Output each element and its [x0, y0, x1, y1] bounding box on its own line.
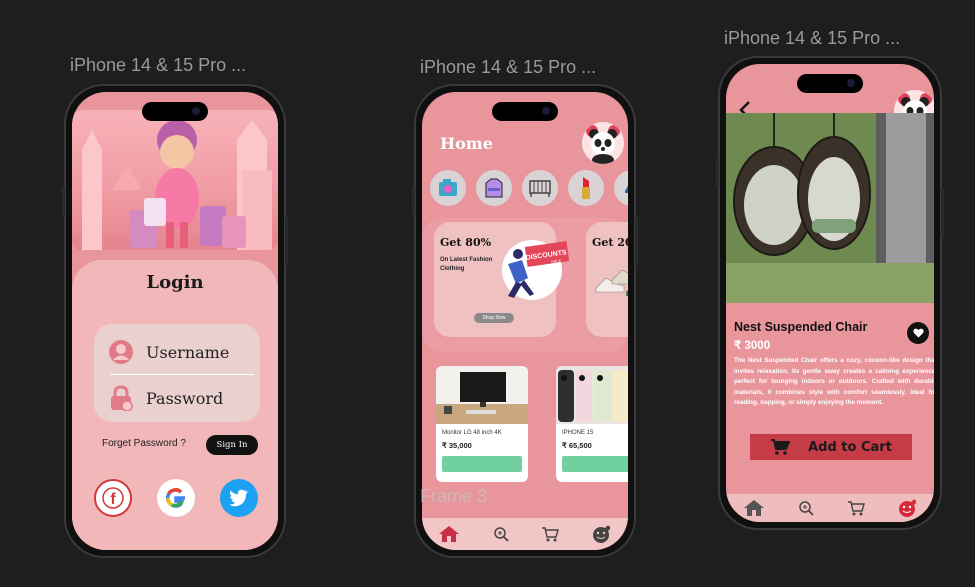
home-screen: Home Get 80% On Latest Fashion Clothing …: [422, 92, 628, 550]
frame-3-label: Frame 3: [420, 486, 488, 506]
camera-icon: [439, 179, 457, 196]
category-lipstick[interactable]: [568, 170, 604, 206]
promo-subtitle: On Latest Fashion Clothing: [440, 257, 493, 272]
favorite-button[interactable]: [907, 322, 929, 344]
product-image: [556, 366, 628, 424]
phone-login: Login Username Password Forget Password …: [62, 84, 288, 558]
product-name: IPHONE 15: [562, 430, 594, 436]
add-to-cart-button[interactable]: [562, 456, 628, 472]
product-price: ₹ 3000: [734, 340, 771, 352]
google-icon[interactable]: [157, 479, 195, 517]
svg-text:f: f: [110, 491, 116, 508]
profile-icon[interactable]: [592, 524, 612, 544]
password-label: Password: [146, 388, 224, 408]
add-to-cart-button[interactable]: Add to Cart: [750, 434, 912, 460]
hero-illustration: [72, 110, 278, 250]
heart-icon: [912, 328, 924, 338]
promo-card-2[interactable]: Get 20%: [586, 222, 628, 337]
crib-icon: [529, 180, 551, 197]
promo-carousel[interactable]: Get 80% On Latest Fashion Clothing DISCO…: [422, 218, 628, 352]
shop-now-button[interactable]: Shop Now: [474, 313, 514, 323]
category-sweater[interactable]: [476, 170, 512, 206]
product-image: [436, 366, 528, 424]
bottom-nav: [726, 494, 934, 522]
bottom-nav: [422, 518, 628, 550]
login-screen: Login Username Password Forget Password …: [72, 92, 278, 550]
cart-icon[interactable]: [847, 500, 865, 516]
facebook-icon[interactable]: f: [94, 479, 132, 517]
dynamic-island: [797, 74, 863, 93]
sweater-icon: [485, 178, 503, 198]
search-icon[interactable]: [798, 500, 814, 516]
cart-icon[interactable]: [541, 526, 560, 542]
twitter-icon[interactable]: [220, 479, 258, 517]
credentials-box: Username Password: [94, 324, 260, 422]
product-price: ₹ 35,000: [442, 441, 472, 450]
password-field[interactable]: Password: [94, 378, 260, 418]
product-card[interactable]: IPHONE 15 ₹ 65,500: [556, 366, 628, 482]
cart-icon: [771, 439, 791, 455]
frame-label-detail: iPhone 14 & 15 Pro ...: [724, 28, 901, 48]
phone-detail: Nest Suspended Chair ₹ 3000 The Nest Sus…: [716, 56, 944, 530]
username-field[interactable]: Username: [94, 332, 260, 372]
discount-illustration: DISCOUNTS SALE: [502, 240, 570, 300]
user-icon: [109, 340, 133, 364]
sign-in-button[interactable]: Sign In: [206, 435, 258, 455]
forget-password-link[interactable]: Forget Password ?: [102, 438, 186, 449]
username-label: Username: [146, 342, 230, 362]
page-title: Home: [440, 134, 493, 153]
category-camera[interactable]: [430, 170, 466, 206]
search-icon[interactable]: [493, 526, 509, 542]
product-price: ₹ 65,500: [562, 441, 592, 450]
avatar[interactable]: [582, 122, 624, 164]
lipstick-icon: [582, 177, 590, 199]
detail-screen: Nest Suspended Chair ₹ 3000 The Nest Sus…: [726, 64, 934, 522]
home-icon[interactable]: [743, 499, 765, 517]
promo-title: Get 80%: [440, 236, 492, 249]
product-name: Monitor LG 48 inch 4K: [442, 430, 502, 436]
dynamic-island: [492, 102, 558, 121]
product-description: The Nest Suspended Chair offers a cozy, …: [734, 357, 934, 406]
product-card[interactable]: Monitor LG 48 inch 4K ₹ 35,000: [436, 366, 528, 482]
frame-label-home: iPhone 14 & 15 Pro ...: [420, 57, 597, 77]
sneaker-icon: [625, 185, 628, 193]
add-to-cart-label: Add to Cart: [808, 439, 892, 455]
field-divider: [110, 374, 254, 375]
home-icon[interactable]: [438, 525, 460, 543]
dynamic-island: [142, 102, 208, 121]
lock-icon: [111, 385, 133, 411]
promo-card-1[interactable]: Get 80% On Latest Fashion Clothing DISCO…: [434, 222, 570, 337]
category-crib[interactable]: [522, 170, 558, 206]
profile-icon[interactable]: [898, 498, 918, 518]
shoes-illustration: [595, 269, 628, 296]
category-sneaker[interactable]: [614, 170, 628, 206]
login-title: Login: [146, 272, 204, 293]
add-to-cart-button[interactable]: [442, 456, 522, 472]
promo-title: Get 20%: [592, 236, 628, 249]
frame-label-login: iPhone 14 & 15 Pro ...: [70, 55, 247, 75]
product-name: Nest Suspended Chair: [734, 320, 868, 334]
product-photo: [726, 113, 934, 303]
